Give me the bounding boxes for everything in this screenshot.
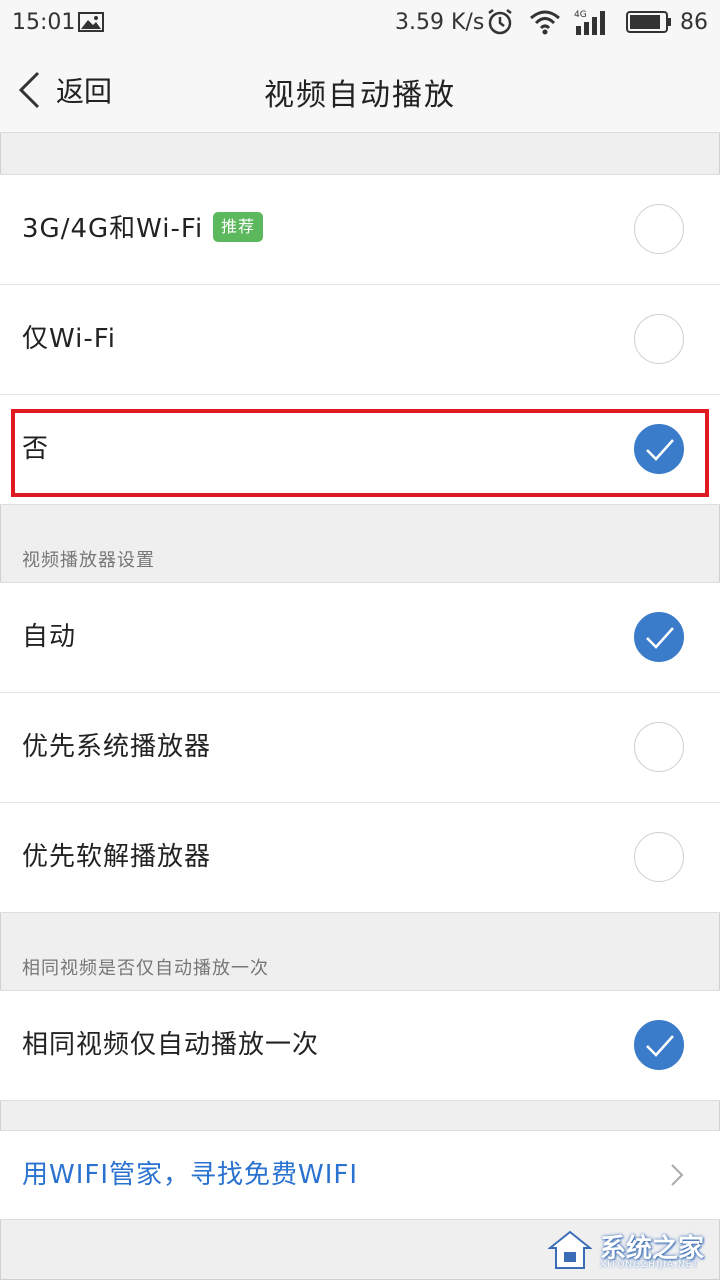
option-label: 相同视频仅自动播放一次: [22, 1030, 320, 1060]
radio-button[interactable]: [634, 314, 684, 364]
option-wifi-only[interactable]: 仅Wi-Fi: [0, 285, 720, 395]
radio-button[interactable]: [634, 204, 684, 254]
option-system-player[interactable]: 优先系统播放器: [0, 693, 720, 803]
same-video-group: 相同视频仅自动播放一次: [0, 990, 720, 1101]
network-speed: 3.59 K/s: [395, 10, 485, 35]
cell-signal-icon: 4G: [574, 10, 605, 35]
watermark-subtext: XITONGZHIJIA.NET: [600, 1260, 699, 1270]
section-title-same-video: 相同视频是否仅自动播放一次: [22, 958, 269, 979]
option-soft-decode-player[interactable]: 优先软解播放器: [0, 803, 720, 912]
nav-header: 返回 视频自动播放: [0, 48, 720, 133]
alarm-icon: [488, 9, 512, 35]
option-label: 优先软解播放器: [22, 842, 212, 872]
radio-button-checked[interactable]: [634, 424, 684, 474]
status-time: 15:01: [12, 10, 76, 35]
option-no[interactable]: 否: [0, 395, 720, 504]
checkmark-icon: [646, 1035, 674, 1057]
option-label: 优先系统播放器: [22, 732, 212, 762]
watermark: 系统之家 XITONGZHIJIA.NET: [540, 1222, 720, 1280]
wifi-icon: [530, 10, 560, 35]
radio-button-checked[interactable]: [634, 612, 684, 662]
chevron-right-icon: [671, 1164, 684, 1186]
radio-button-checked[interactable]: [634, 1020, 684, 1070]
option-3g4g-wifi[interactable]: 3G/4G和Wi-Fi 推荐: [0, 175, 720, 285]
autoplay-options-group: 3G/4G和Wi-Fi 推荐 仅Wi-Fi 否: [0, 174, 720, 505]
battery-icon: [626, 11, 671, 33]
recommended-badge: 推荐: [213, 211, 264, 242]
radio-button[interactable]: [634, 722, 684, 772]
status-bar: 15:01 3.59 K/s 4G 86: [0, 0, 720, 48]
option-label: 3G/4G和Wi-Fi: [22, 214, 204, 244]
wifi-link-label: 用WIFI管家，寻找免费WIFI: [22, 1160, 358, 1190]
option-label: 自动: [22, 622, 77, 652]
page-title: 视频自动播放: [264, 78, 456, 113]
player-settings-group: 自动 优先系统播放器 优先软解播放器: [0, 582, 720, 913]
house-logo-icon: [548, 1230, 592, 1269]
svg-text:4G: 4G: [574, 10, 587, 20]
section-title-player: 视频播放器设置: [22, 550, 155, 571]
option-auto[interactable]: 自动: [0, 583, 720, 693]
wifi-manager-link[interactable]: 用WIFI管家，寻找免费WIFI: [0, 1130, 720, 1220]
option-label: 仅Wi-Fi: [22, 324, 117, 354]
battery-level: 86: [680, 10, 708, 35]
option-label: 否: [22, 434, 50, 464]
checkmark-icon: [646, 439, 674, 461]
image-notification-icon: [78, 12, 104, 32]
radio-button[interactable]: [634, 832, 684, 882]
checkmark-icon: [646, 627, 674, 649]
option-same-video-once[interactable]: 相同视频仅自动播放一次: [0, 991, 720, 1100]
